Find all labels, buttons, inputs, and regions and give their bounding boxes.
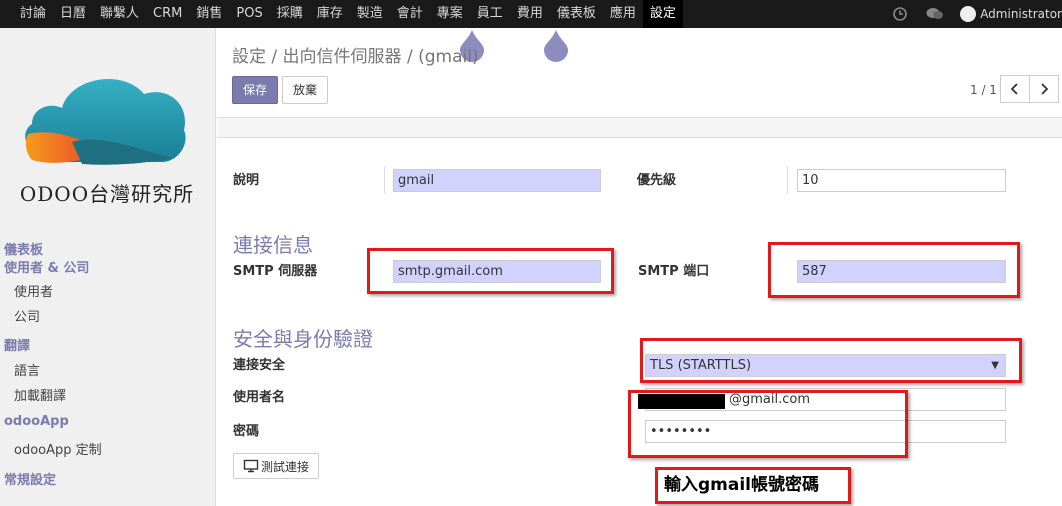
menu-item-apps[interactable]: 應用 (603, 0, 643, 28)
pager-value: 1 / 1 (970, 83, 997, 97)
sidebar-item-users[interactable]: 使用者 (14, 281, 53, 300)
sidebar-item-odooapp-custom[interactable]: odooApp 定制 (14, 439, 102, 458)
annotation-box-smtp-port (768, 242, 1020, 298)
breadcrumb-current: (gmail) (418, 47, 479, 67)
menu-item-calendar[interactable]: 日曆 (53, 0, 93, 28)
avatar[interactable] (960, 6, 977, 22)
breadcrumb-settings[interactable]: 設定 (232, 47, 266, 67)
user-menu[interactable]: Administrator (980, 7, 1062, 21)
connection-security-label: 連接安全 (233, 358, 286, 373)
save-button[interactable]: 保存 (232, 76, 278, 104)
sidebar: ODOO台灣研究所 儀表板 使用者 & 公司 使用者 公司 翻譯 語言 加載翻譯… (0, 28, 216, 506)
smtp-port-label: SMTP 端口 (638, 264, 710, 279)
systray: Administrator (892, 0, 1062, 28)
menu-item-accounting[interactable]: 會計 (390, 0, 430, 28)
sidebar-item-companies[interactable]: 公司 (14, 306, 40, 325)
menu-item-discuss[interactable]: 討論 (13, 0, 53, 28)
chat-icon[interactable] (926, 6, 944, 22)
menu-item-settings[interactable]: 設定 (642, 0, 683, 28)
sidebar-item-general-settings[interactable]: 常規設定 (4, 469, 56, 488)
menu-item-expenses[interactable]: 費用 (510, 0, 550, 28)
menu-item-project[interactable]: 專案 (430, 0, 470, 28)
menu-item-pos[interactable]: POS (229, 0, 269, 28)
sidebar-item-dashboard[interactable]: 儀表板 (4, 239, 43, 258)
sidebar-item-users-companies[interactable]: 使用者 & 公司 (4, 257, 89, 276)
menu-item-purchase[interactable]: 採購 (270, 0, 310, 28)
menu-item-employees[interactable]: 員工 (470, 0, 510, 28)
pager-next-button[interactable] (1029, 75, 1059, 103)
annotation-box-smtp-server (367, 248, 614, 294)
breadcrumb: 設定 / 出向信件伺服器 / (gmail) (232, 47, 479, 67)
top-menu-bar: 討論 日曆 聯繫人 CRM 銷售 POS 採購 庫存 製造 會計 專案 員工 費… (0, 0, 1062, 28)
discard-button[interactable]: 放棄 (282, 76, 328, 104)
sidebar-item-load-translation[interactable]: 加載翻譯 (14, 385, 66, 404)
test-connection-button[interactable]: 測試連接 (233, 453, 319, 479)
monitor-icon (243, 459, 259, 473)
menu-item-manufacturing[interactable]: 製造 (350, 0, 390, 28)
sidebar-item-languages[interactable]: 語言 (14, 360, 40, 379)
menu-item-sales[interactable]: 銷售 (189, 0, 229, 28)
description-input[interactable]: gmail (393, 169, 601, 192)
pager-previous-button[interactable] (1000, 75, 1030, 103)
test-connection-label: 測試連接 (260, 459, 309, 474)
company-logo-icon[interactable] (22, 68, 190, 168)
drop-decoration-icon (544, 30, 568, 62)
clock-icon[interactable] (892, 6, 908, 22)
sidebar-item-translations[interactable]: 翻譯 (4, 335, 30, 354)
main-menu: 討論 日曆 聯繫人 CRM 銷售 POS 採購 庫存 製造 會計 專案 員工 費… (13, 0, 683, 28)
menu-item-dashboard[interactable]: 儀表板 (550, 0, 603, 28)
annotation-box-credentials (628, 390, 908, 458)
security-section-title: 安全與身份驗證 (233, 327, 373, 351)
menu-item-inventory[interactable]: 庫存 (310, 0, 350, 28)
menu-item-crm[interactable]: CRM (146, 0, 189, 28)
description-label: 說明 (233, 173, 260, 188)
breadcrumb-outgoing-servers[interactable]: 出向信件伺服器 (283, 47, 402, 67)
menu-item-contacts[interactable]: 聯繫人 (93, 0, 146, 28)
chevron-left-icon (1010, 83, 1018, 95)
username-label: 使用者名 (233, 390, 286, 405)
priority-label: 優先級 (637, 173, 677, 188)
password-label: 密碼 (233, 424, 260, 439)
chevron-right-icon (1041, 83, 1049, 95)
annotation-callout: 輸入gmail帳號密碼 (655, 467, 851, 504)
smtp-server-label: SMTP 伺服器 (233, 264, 318, 279)
logo-text: ODOO台灣研究所 (19, 182, 195, 206)
priority-input[interactable]: 10 (797, 169, 1006, 192)
annotation-box-security (640, 338, 1022, 383)
sidebar-item-odooapp[interactable]: odooApp (4, 414, 69, 429)
connection-section-title: 連接信息 (233, 233, 313, 257)
